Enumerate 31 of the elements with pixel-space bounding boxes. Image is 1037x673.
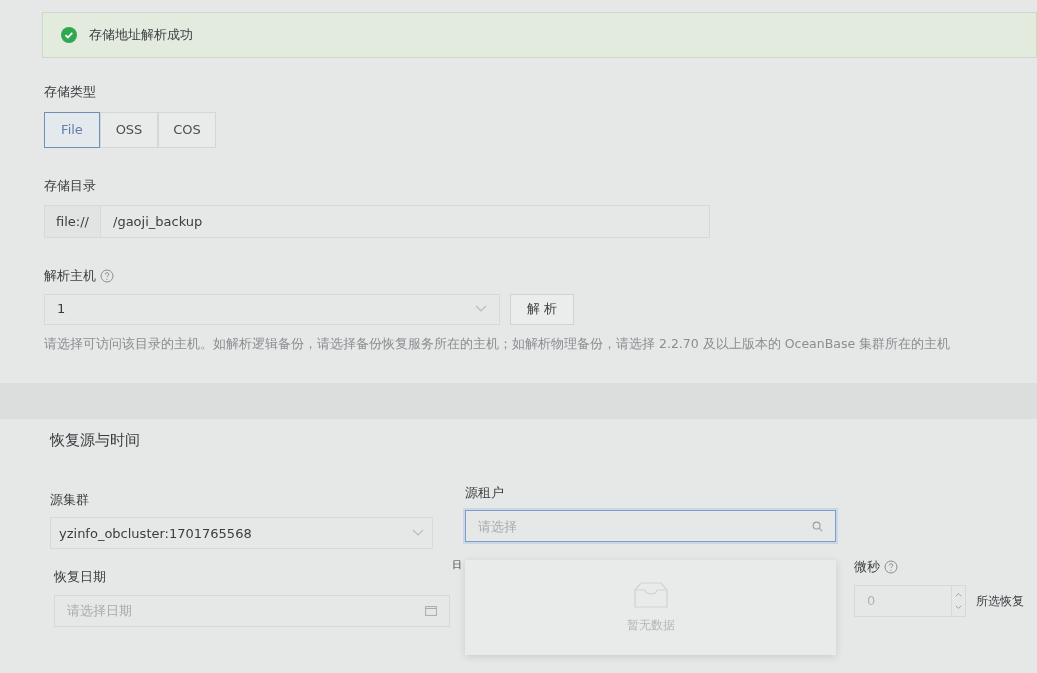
chevron-down-icon	[475, 305, 487, 313]
alert-text: 存储地址解析成功	[89, 26, 193, 45]
parse-button[interactable]: 解 析	[510, 293, 574, 325]
field-label: 源集群	[50, 490, 89, 509]
field-label: 存储目录	[44, 176, 96, 195]
section-title: 恢复源与时间	[50, 430, 140, 452]
storage-type-option[interactable]: COS	[158, 111, 216, 148]
cluster-select[interactable]: yzinfo_obcluster:1701765568	[50, 517, 433, 550]
check-circle-icon	[61, 27, 77, 43]
field-label: 微秒	[854, 558, 880, 577]
directory-input[interactable]: file:// /gaoji_backup	[44, 205, 710, 238]
host-select[interactable]: 1	[44, 293, 500, 325]
field-label: 解析主机	[44, 267, 96, 285]
calendar-icon	[425, 605, 437, 617]
storage-type-option[interactable]: OSS	[100, 111, 158, 148]
field-label: 恢复日期	[54, 568, 106, 587]
help-text: 请选择可访问该目录的主机。如解析逻辑备份，请选择备份恢复服务所在的主机；如解析物理备份，请选择 2.2.70 及以上版本的 OceanBase 集群所在的主机	[44, 334, 951, 353]
help-icon	[100, 268, 114, 283]
field-label: 存储类型	[44, 83, 96, 101]
input-prefix: file://	[45, 206, 101, 237]
note-text: 所选恢复	[976, 592, 1024, 610]
help-icon	[884, 560, 898, 574]
field-label: 源租户	[465, 483, 504, 502]
select-value: 1	[57, 300, 66, 319]
placeholder-text: 请选择日期	[67, 602, 132, 620]
chevron-down-icon	[412, 529, 424, 538]
select-value: yzinfo_obcluster:1701765568	[59, 524, 252, 543]
input-value: /gaoji_backup	[112, 212, 203, 231]
search-icon	[812, 520, 823, 532]
field-label: 日	[452, 558, 462, 573]
placeholder-text: 请选择	[478, 517, 517, 536]
